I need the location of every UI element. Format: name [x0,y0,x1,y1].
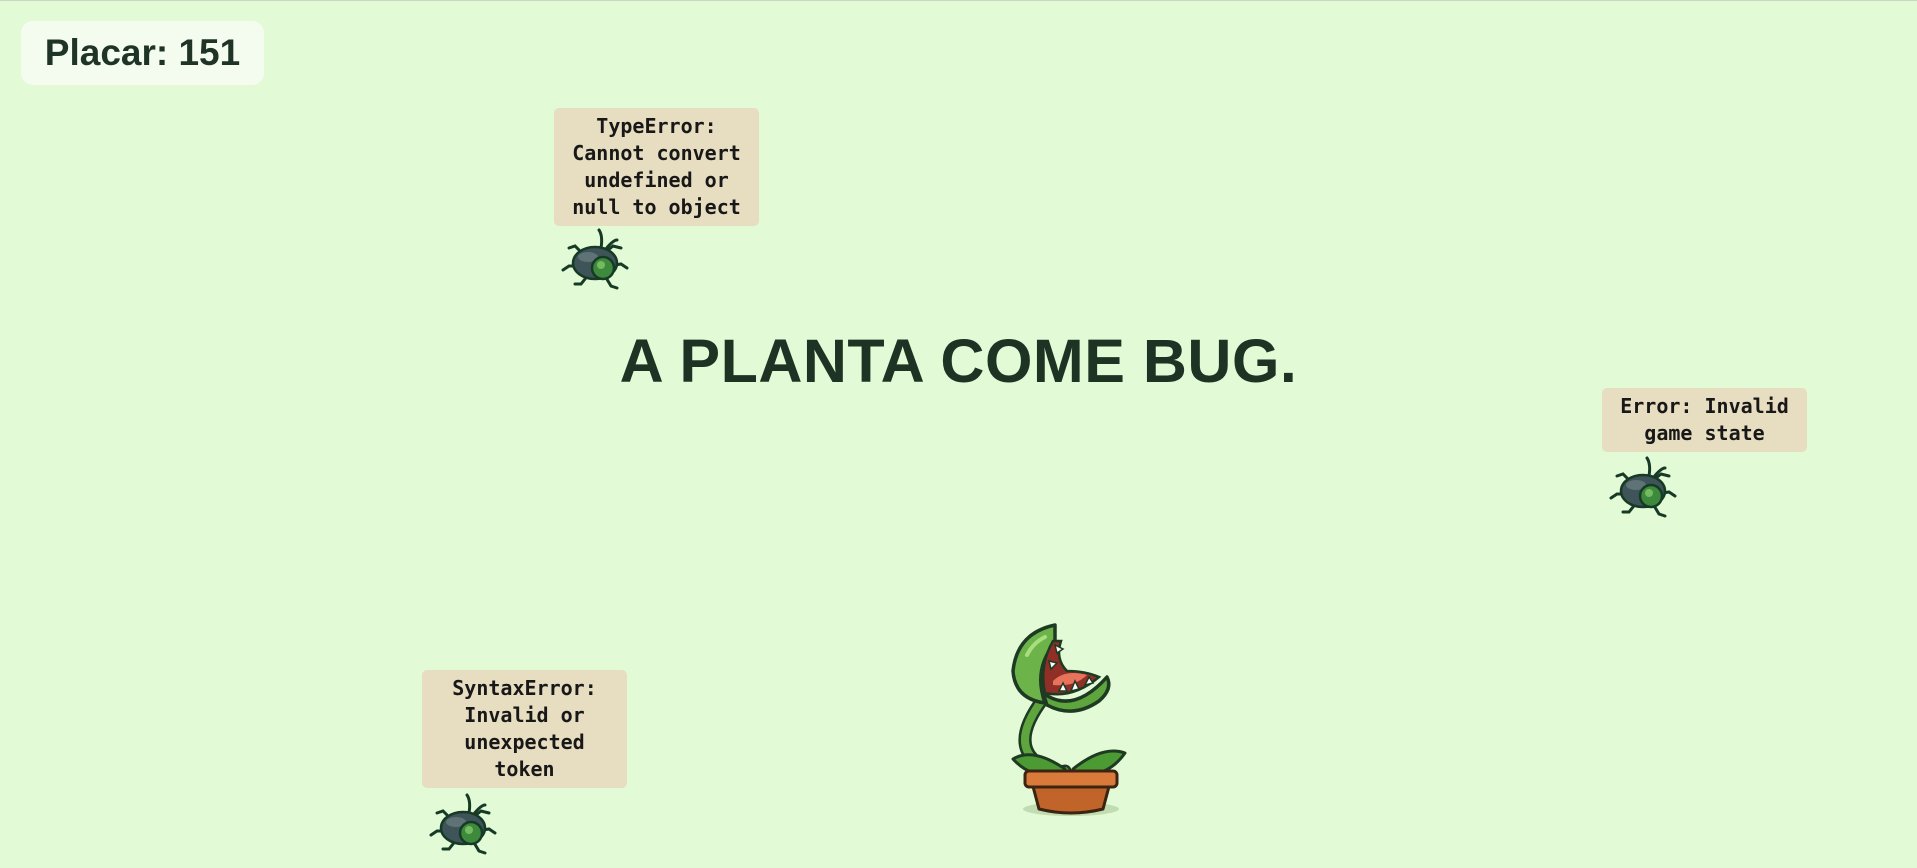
bug-error-bubble: Error: Invalid game state [1602,388,1807,452]
beetle-icon[interactable] [423,791,503,861]
bug-error-bubble: TypeError: Cannot convert undefined or n… [554,108,759,226]
venus-flytrap-icon[interactable] [1003,619,1139,819]
beetle-icon[interactable] [555,226,635,296]
score-display: Placar: 151 [21,21,264,85]
score-label: Placar: 151 [44,32,241,73]
beetle-icon[interactable] [1603,454,1683,524]
bug-error-bubble: SyntaxError: Invalid or unexpected token [422,670,627,788]
